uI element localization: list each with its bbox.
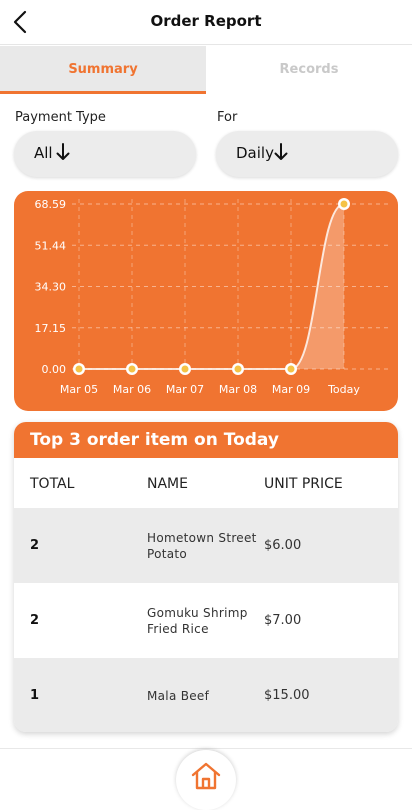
- data-point-inner: [75, 365, 83, 373]
- y-tick-label: 0.00: [42, 363, 67, 376]
- table-row: 2 Gomuku Shrimp Fried Rice $7.00: [14, 583, 398, 658]
- page-title: Order Report: [150, 12, 262, 30]
- top-items-table: Top 3 order item on Today TOTAL NAME UNI…: [14, 422, 398, 732]
- y-tick-label: 17.15: [35, 322, 67, 335]
- table-row: 1 Mala Beef $15.00: [14, 658, 398, 732]
- x-tick-label: Mar 09: [272, 383, 310, 396]
- table-row: 2 Hometown Street Potato $6.00: [14, 508, 398, 583]
- row-total: 2: [30, 538, 40, 553]
- data-point-inner: [128, 365, 136, 373]
- row-name: Hometown Street Potato: [147, 531, 257, 561]
- column-header-total: TOTAL: [30, 476, 75, 492]
- y-tick-label: 68.59: [35, 198, 67, 211]
- x-tick-label: Today: [327, 383, 360, 396]
- arrow-down-icon: [274, 143, 288, 160]
- y-tick-label: 34.30: [35, 281, 67, 294]
- tab-summary[interactable]: Summary: [0, 46, 206, 94]
- row-price: $6.00: [264, 538, 302, 553]
- home-button[interactable]: [176, 750, 236, 810]
- payment-type-value: All: [34, 144, 53, 162]
- tab-bar: Summary Records: [0, 46, 412, 94]
- x-tick-label: Mar 07: [166, 383, 204, 396]
- for-select[interactable]: Daily: [216, 131, 398, 177]
- tab-records[interactable]: Records: [206, 46, 412, 94]
- payment-type-select[interactable]: All: [14, 131, 196, 177]
- column-header-name: NAME: [147, 476, 188, 492]
- payment-type-label: Payment Type: [15, 110, 106, 125]
- row-price: $7.00: [264, 613, 302, 628]
- row-total: 2: [30, 613, 40, 628]
- for-value: Daily: [236, 144, 274, 162]
- for-label: For: [217, 110, 238, 125]
- data-point-inner: [234, 365, 242, 373]
- row-price: $15.00: [264, 688, 310, 703]
- x-tick-label: Mar 08: [219, 383, 257, 396]
- table-title: Top 3 order item on Today: [14, 422, 398, 458]
- data-point-inner: [340, 200, 348, 208]
- home-icon: [191, 762, 221, 790]
- row-name: Gomuku Shrimp Fried Rice: [147, 606, 248, 636]
- x-tick-label: Mar 05: [60, 383, 98, 396]
- x-tick-label: Mar 06: [113, 383, 151, 396]
- row-total: 1: [30, 688, 40, 703]
- data-point-inner: [181, 365, 189, 373]
- line-chart: 68.59 51.44 34.30 17.15 0.00 Mar 05 Mar 06 Mar …: [35, 198, 392, 396]
- app-header: Order Report: [0, 0, 412, 45]
- column-header-unit-price: UNIT PRICE: [264, 476, 343, 492]
- data-point-inner: [287, 365, 295, 373]
- row-name: Mala Beef: [147, 689, 210, 703]
- y-tick-label: 51.44: [35, 239, 67, 252]
- arrow-down-icon: [56, 143, 70, 160]
- sales-chart: 68.59 51.44 34.30 17.15 0.00 Mar 05 Mar 06 Mar …: [14, 191, 398, 411]
